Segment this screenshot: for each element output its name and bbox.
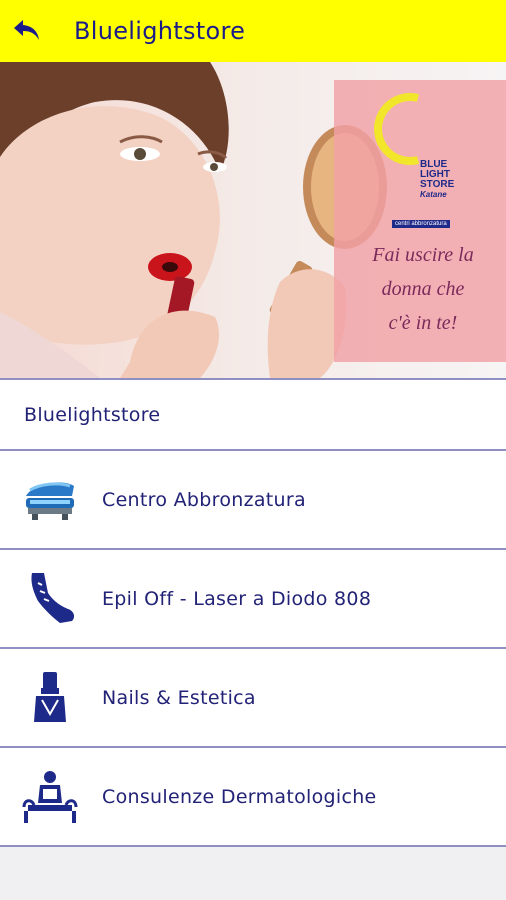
brand-logo: BLUE LIGHT STORE Katane [420,160,484,200]
menu-item-label: Centro Abbronzatura [102,488,306,511]
menu-item-epil-off[interactable]: Epil Off - Laser a Diodo 808 [0,550,506,649]
app-bar: Bluelightstore [0,0,506,62]
hero-banner: BLUE LIGHT STORE Katane centri abbronzat… [0,62,506,378]
menu-item-centro-abbronzatura[interactable]: Centro Abbronzatura [0,451,506,550]
back-button[interactable] [2,0,52,62]
slogan-line-2: donna che [381,278,465,300]
tanning-bed-icon [22,472,78,528]
logo-tagline: centri abbronzatura [392,220,450,228]
menu-list: Bluelightstore Centro Abbronzatura Epil … [0,378,506,847]
consultation-icon [22,769,78,825]
slogan-line-3: c'è in te! [388,312,458,334]
app-title: Bluelightstore [74,17,246,45]
menu-header[interactable]: Bluelightstore [0,378,506,451]
menu-item-label: Epil Off - Laser a Diodo 808 [102,587,372,610]
logo-line-3: STORE [420,179,455,190]
menu-item-label: Nails & Estetica [102,686,256,709]
menu-item-nails-estetica[interactable]: Nails & Estetica [0,649,506,748]
menu-item-label: Consulenze Dermatologiche [102,785,377,808]
slogan-line-1: Fai uscire la [372,244,474,266]
hero-slogan: Fai uscire la donna che c'è in te! [340,238,506,340]
leg-laser-icon [22,571,78,627]
menu-item-consulenze[interactable]: Consulenze Dermatologiche [0,748,506,847]
menu-header-label: Bluelightstore [24,403,161,426]
nail-polish-icon [22,670,78,726]
back-arrow-icon [14,20,39,40]
logo-line-4: Katane [420,190,447,199]
